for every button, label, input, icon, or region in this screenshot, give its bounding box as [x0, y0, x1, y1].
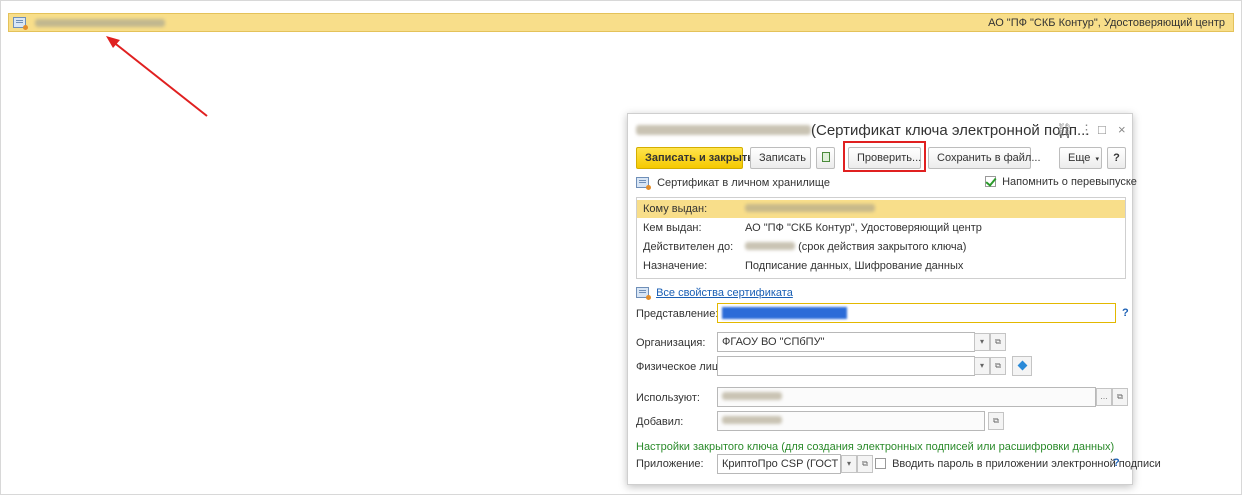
enter-password-label: Вводить пароль в приложении электронной …: [892, 458, 1161, 470]
remind-label: Напомнить о перевыпуске: [1002, 176, 1137, 188]
person-field[interactable]: [717, 356, 975, 376]
help-button[interactable]: ?: [1107, 147, 1126, 169]
info-row-valid-until: Действителен до: (срок действия закрытог…: [637, 238, 1125, 256]
select-ellipsis-icon[interactable]: …: [1096, 388, 1112, 406]
certificate-info-table: Кому выдан: Кем выдан: АО "ПФ "СКБ Конту…: [636, 197, 1126, 279]
used-by-label: Используют:: [636, 392, 700, 404]
used-by-field[interactable]: [717, 387, 1096, 407]
certificate-icon: [636, 177, 651, 190]
certificate-list-row[interactable]: АО "ПФ "СКБ Контур", Удостоверяющий цент…: [8, 13, 1234, 32]
purpose-label: Назначение:: [643, 260, 708, 272]
representation-label: Представление:: [636, 308, 719, 320]
save-to-file-button[interactable]: Сохранить в файл...: [928, 147, 1041, 169]
redacted-added-by: [722, 416, 782, 424]
chevron-down-icon[interactable]: ▾: [974, 357, 990, 375]
valid-until-label: Действителен до:: [643, 241, 734, 253]
redacted-title-prefix: [636, 125, 811, 135]
issued-by-label: Кем выдан:: [643, 222, 702, 234]
application-label: Приложение:: [636, 458, 704, 470]
remind-checkbox-box[interactable]: [985, 176, 996, 187]
application-help[interactable]: ?: [1113, 457, 1120, 469]
valid-until-note: (срок действия закрытого ключа): [798, 241, 967, 253]
redacted-used-by: [722, 392, 782, 400]
all-properties-link[interactable]: Все свойства сертификата: [656, 287, 793, 299]
close-icon[interactable]: ×: [1118, 122, 1126, 137]
chevron-down-icon: ▾: [1095, 156, 1099, 163]
redacted-issued-to: [745, 203, 875, 215]
certificate-dialog: (Сертификат ключа электронной подп... ⛓ …: [627, 113, 1161, 485]
open-used-by-icon[interactable]: ⧉: [1112, 388, 1128, 406]
info-row-purpose: Назначение: Подписание данных, Шифровани…: [637, 257, 1125, 275]
chevron-down-icon[interactable]: ▾: [841, 455, 857, 473]
save-button[interactable]: Записать: [750, 147, 811, 169]
info-row-issued-by: Кем выдан: АО "ПФ "СКБ Контур", Удостове…: [637, 219, 1125, 237]
document-icon[interactable]: [816, 147, 835, 169]
organization-field[interactable]: ФГАОУ ВО "СПбПУ": [717, 332, 975, 352]
redacted-representation: [722, 307, 847, 319]
remind-reissue-checkbox[interactable]: Напомнить о перевыпуске: [985, 176, 1137, 188]
open-organization-icon[interactable]: ⧉: [990, 333, 1006, 351]
redacted-date: [745, 242, 795, 250]
more-button-label: Еще: [1068, 152, 1091, 164]
added-by-label: Добавил:: [636, 416, 684, 428]
link-icon[interactable]: ⛓: [1056, 122, 1073, 138]
dialog-title: (Сертификат ключа электронной подп...: [811, 122, 1090, 139]
private-key-settings-header: Настройки закрытого ключа (для создания …: [636, 441, 1115, 453]
certificate-icon: [636, 287, 651, 300]
chevron-down-icon[interactable]: ▾: [974, 333, 990, 351]
certificate-issuer: АО "ПФ "СКБ Контур", Удостоверяющий цент…: [988, 17, 1225, 29]
issued-by-value: АО "ПФ "СКБ Контур", Удостоверяющий цент…: [745, 222, 982, 234]
diamond-icon[interactable]: [1012, 356, 1032, 376]
representation-help[interactable]: ?: [1122, 307, 1129, 319]
storage-status: Сертификат в личном хранилище: [636, 177, 830, 190]
representation-field[interactable]: [717, 303, 1116, 323]
added-by-field[interactable]: [717, 411, 985, 431]
valid-until-value: (срок действия закрытого ключа): [745, 241, 966, 253]
more-button[interactable]: Еще ▾: [1059, 147, 1102, 169]
enter-password-checkbox-box[interactable]: [875, 458, 886, 469]
storage-label: Сертификат в личном хранилище: [657, 177, 830, 189]
redacted-certificate-name: [35, 19, 165, 27]
application-field[interactable]: КриптоПро CSP (ГОСТ 20: [717, 454, 841, 474]
open-person-icon[interactable]: ⧉: [990, 357, 1006, 375]
person-label: Физическое лицо:: [636, 361, 728, 373]
certificate-icon: [13, 17, 28, 30]
open-added-by-icon[interactable]: ⧉: [988, 412, 1004, 430]
maximize-icon[interactable]: □: [1098, 122, 1106, 137]
dialog-toolbar: Записать и закрыть Записать Проверить...…: [636, 141, 1126, 172]
more-options-icon[interactable]: ⋮: [1080, 122, 1093, 138]
organization-label: Организация:: [636, 337, 706, 349]
all-properties-row[interactable]: Все свойства сертификата: [636, 287, 793, 300]
info-row-issued-to[interactable]: Кому выдан:: [637, 200, 1125, 218]
annotation-highlight-box: [843, 141, 926, 172]
open-application-icon[interactable]: ⧉: [857, 455, 873, 473]
purpose-value: Подписание данных, Шифрование данных: [745, 260, 964, 272]
save-and-close-button[interactable]: Записать и закрыть: [636, 147, 754, 169]
issued-to-label: Кому выдан:: [643, 203, 708, 215]
